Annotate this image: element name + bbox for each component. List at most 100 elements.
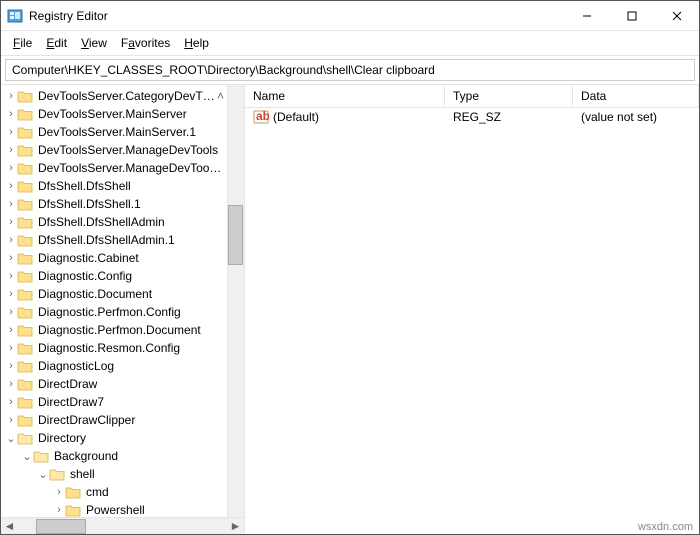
tree-item-label: DirectDraw7	[36, 394, 106, 410]
tree-item[interactable]: › Diagnostic.Resmon.Config	[3, 339, 244, 357]
menubar: File Edit View Favorites Help	[1, 31, 699, 56]
folder-icon	[17, 126, 33, 139]
chevron-right-icon[interactable]: ›	[5, 126, 17, 138]
tree-item[interactable]: ⌄ Background	[3, 447, 244, 465]
tree-item-label: Background	[52, 448, 120, 464]
tree-item[interactable]: › DfsShell.DfsShell.1	[3, 195, 244, 213]
tree-item-label: Diagnostic.Perfmon.Document	[36, 322, 203, 338]
tree-item[interactable]: ›DevToolsServer.CategoryDevT…˄	[3, 87, 244, 105]
folder-icon	[17, 252, 33, 265]
tree-item[interactable]: › Diagnostic.Perfmon.Document	[3, 321, 244, 339]
chevron-right-icon[interactable]: ›	[5, 360, 17, 372]
chevron-right-icon[interactable]: ›	[53, 504, 65, 516]
address-bar[interactable]: Computer\HKEY_CLASSES_ROOT\Directory\Bac…	[5, 59, 695, 81]
chevron-right-icon[interactable]: ›	[5, 252, 17, 264]
column-header-type[interactable]: Type	[445, 85, 573, 107]
tree-item[interactable]: › Diagnostic.Cabinet	[3, 249, 244, 267]
menu-file[interactable]: File	[7, 34, 38, 52]
folder-icon	[17, 144, 33, 157]
folder-icon	[17, 180, 33, 193]
chevron-right-icon[interactable]: ›	[5, 270, 17, 282]
value-row[interactable]: ab(Default)REG_SZ(value not set)	[245, 108, 699, 126]
tree-item[interactable]: › Diagnostic.Perfmon.Config	[3, 303, 244, 321]
tree-item[interactable]: ›DfsShell.DfsShellAdmin	[3, 213, 244, 231]
chevron-right-icon[interactable]: ›	[5, 342, 17, 354]
chevron-right-icon[interactable]: ›	[5, 234, 17, 246]
folder-icon	[17, 270, 33, 283]
menu-help[interactable]: Help	[178, 34, 215, 52]
titlebar: Registry Editor	[1, 1, 699, 31]
tree-item[interactable]: › DevToolsServer.MainServer.1	[3, 123, 244, 141]
folder-icon	[17, 378, 33, 391]
chevron-right-icon[interactable]: ›	[5, 180, 17, 192]
close-button[interactable]	[654, 1, 699, 31]
tree-item-label: DirectDrawClipper	[36, 412, 137, 428]
tree-horizontal-scrollbar[interactable]: ◄ ►	[1, 517, 244, 534]
registry-tree[interactable]: ›DevToolsServer.CategoryDevT…˄›DevToolsS…	[1, 85, 244, 517]
chevron-right-icon[interactable]: ›	[5, 378, 17, 390]
chevron-right-icon[interactable]: ›	[5, 216, 17, 228]
chevron-right-icon[interactable]: ›	[5, 288, 17, 300]
window-title: Registry Editor	[29, 9, 564, 23]
column-header-name[interactable]: Name	[245, 85, 445, 107]
folder-icon	[17, 306, 33, 319]
tree-item[interactable]: › DirectDraw	[3, 375, 244, 393]
tree-item-label: Diagnostic.Perfmon.Config	[36, 304, 183, 320]
folder-icon	[17, 342, 33, 355]
tree-item[interactable]: ›DfsShell.DfsShell	[3, 177, 244, 195]
tree-item-label: DirectDraw	[36, 376, 99, 392]
minimize-button[interactable]	[564, 1, 609, 31]
chevron-right-icon[interactable]: ›	[5, 90, 17, 102]
chevron-down-icon[interactable]: ⌄	[37, 468, 49, 481]
scroll-left-icon[interactable]: ◄	[1, 518, 18, 535]
tree-item[interactable]: ›cmd	[3, 483, 244, 501]
chevron-down-icon[interactable]: ⌄	[21, 450, 33, 463]
tree-vertical-scrollbar[interactable]	[227, 85, 244, 517]
maximize-button[interactable]	[609, 1, 654, 31]
folder-icon	[17, 324, 33, 337]
scroll-right-icon[interactable]: ►	[227, 518, 244, 535]
tree-item[interactable]: ›DevToolsServer.ManageDevToo…	[3, 159, 244, 177]
tree-item[interactable]: › DfsShell.DfsShellAdmin.1	[3, 231, 244, 249]
tree-item-label: Diagnostic.Cabinet	[36, 250, 141, 266]
tree-item[interactable]: › DirectDrawClipper	[3, 411, 244, 429]
main-split: ›DevToolsServer.CategoryDevT…˄›DevToolsS…	[1, 84, 699, 534]
tree-item[interactable]: ›DevToolsServer.MainServer	[3, 105, 244, 123]
chevron-right-icon[interactable]: ›	[5, 414, 17, 426]
menu-view[interactable]: View	[75, 34, 113, 52]
tree-item[interactable]: ›Powershell	[3, 501, 244, 517]
tree-item-label: DfsShell.DfsShell.1	[36, 196, 143, 212]
folder-icon	[17, 432, 33, 445]
menu-favorites[interactable]: Favorites	[115, 34, 176, 52]
tree-item[interactable]: ⌄shell	[3, 465, 244, 483]
tree-item-label: Diagnostic.Resmon.Config	[36, 340, 182, 356]
menu-edit[interactable]: Edit	[40, 34, 73, 52]
tree-item[interactable]: ›Diagnostic.Config	[3, 267, 244, 285]
tree-item[interactable]: › Diagnostic.Document	[3, 285, 244, 303]
tree-item[interactable]: › DirectDraw7	[3, 393, 244, 411]
tree-item[interactable]: › DiagnosticLog	[3, 357, 244, 375]
chevron-right-icon[interactable]: ›	[5, 162, 17, 174]
tree-item-label: DiagnosticLog	[36, 358, 116, 374]
chevron-down-icon[interactable]: ⌄	[5, 432, 17, 445]
values-pane: Name Type Data ab(Default)REG_SZ(value n…	[245, 85, 699, 534]
chevron-right-icon[interactable]: ›	[5, 144, 17, 156]
folder-icon	[49, 468, 65, 481]
tree-item-label: Diagnostic.Document	[36, 286, 154, 302]
scrollbar-thumb[interactable]	[228, 205, 243, 265]
tree-item[interactable]: ›DevToolsServer.ManageDevTools	[3, 141, 244, 159]
chevron-right-icon[interactable]: ›	[5, 198, 17, 210]
chevron-right-icon[interactable]: ›	[5, 306, 17, 318]
chevron-right-icon[interactable]: ›	[5, 396, 17, 408]
tree-item-label: DevToolsServer.MainServer.1	[36, 124, 198, 140]
column-header-data[interactable]: Data	[573, 85, 699, 107]
chevron-right-icon[interactable]: ›	[5, 108, 17, 120]
tree-item-label: DfsShell.DfsShellAdmin.1	[36, 232, 177, 248]
chevron-right-icon[interactable]: ›	[53, 486, 65, 498]
folder-icon	[17, 162, 33, 175]
folder-icon	[33, 450, 49, 463]
values-list[interactable]: ab(Default)REG_SZ(value not set)	[245, 108, 699, 534]
chevron-right-icon[interactable]: ›	[5, 324, 17, 336]
tree-item[interactable]: ⌄Directory	[3, 429, 244, 447]
scrollbar-thumb[interactable]	[36, 519, 86, 534]
